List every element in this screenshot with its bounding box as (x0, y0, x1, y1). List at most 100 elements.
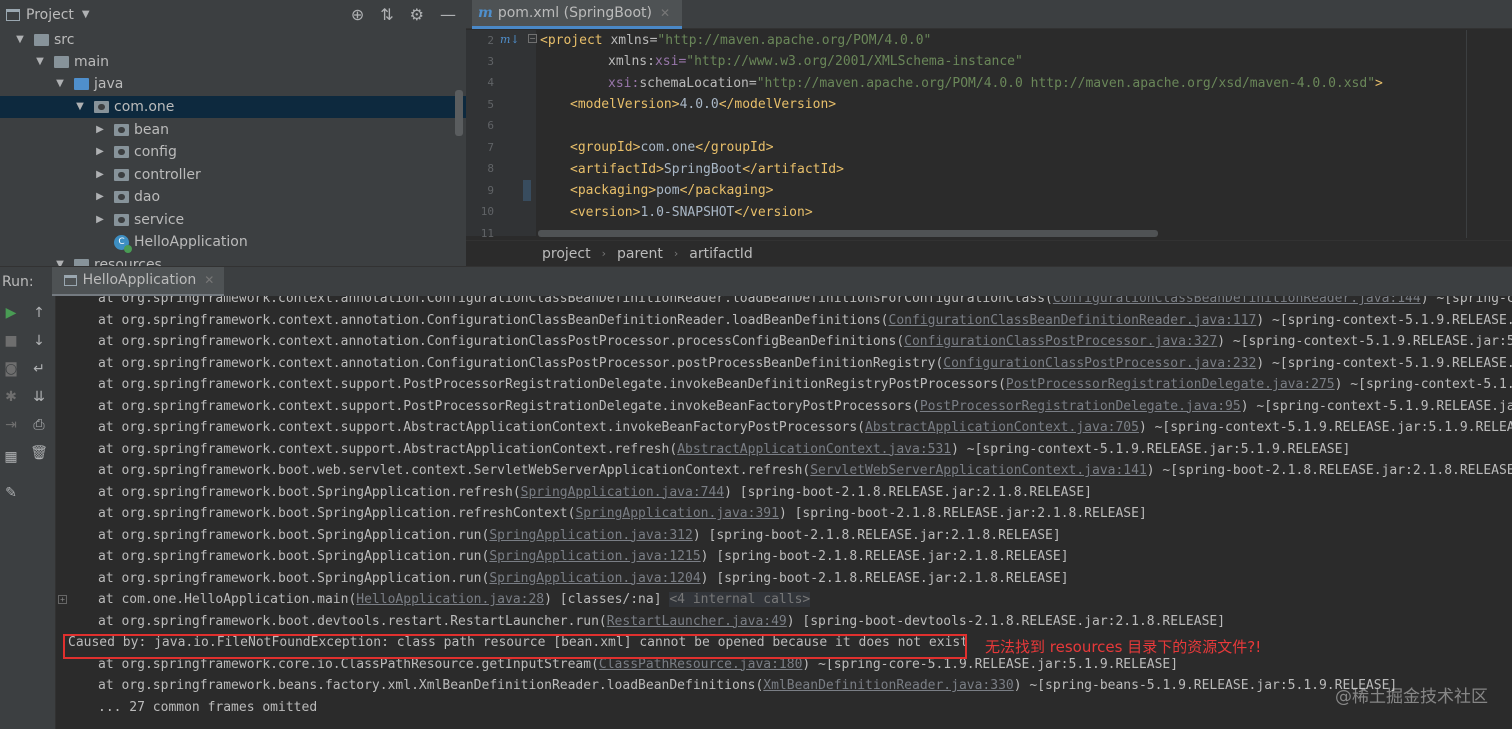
project-icon (6, 8, 20, 21)
bug-icon[interactable]: ✱ (2, 388, 20, 406)
source-link[interactable]: XmlBeanDefinitionReader.java:330 (763, 678, 1013, 693)
source-link[interactable]: AbstractApplicationContext.java:705 (865, 420, 1139, 435)
line-number: 4 (487, 76, 494, 89)
locate-icon[interactable]: ⊕ (351, 5, 364, 24)
soft-wrap-icon[interactable]: ↵ (30, 360, 48, 378)
source-link[interactable]: PostProcessorRegistrationDelegate.java:9… (920, 399, 1241, 414)
code-line: <packaging>pom</packaging> (570, 180, 774, 201)
xml-tag: <artifactId> (570, 162, 664, 177)
stack-trace-line: at org.springframework.context.support.A… (98, 441, 1351, 457)
source-link[interactable]: ConfigurationClassPostProcessor.java:327 (904, 334, 1217, 349)
tab-pom-xml[interactable]: m pom.xml (SpringBoot) ✕ (472, 0, 683, 29)
chevron-down-icon[interactable]: ▼ (74, 96, 86, 118)
tree-item[interactable]: ▶ service (0, 209, 466, 231)
fold-expand-icon[interactable]: + (58, 595, 67, 604)
source-link[interactable]: PostProcessorRegistrationDelegate.java:2… (1006, 377, 1335, 392)
annotation-text: 无法找到 resources 目录下的资源文件?! (985, 638, 1262, 656)
tab-hello-application[interactable]: HelloApplication ✕ (51, 266, 225, 297)
rerun-icon[interactable]: ▶ (2, 304, 20, 322)
collapse-all-icon[interactable]: ⇅ (380, 5, 393, 24)
xml-tag: </version> (734, 205, 813, 220)
tree-item[interactable]: ▶ controller (0, 164, 466, 186)
stop-icon[interactable]: ■ (2, 332, 20, 350)
package-icon (114, 146, 129, 158)
source-link[interactable]: SpringApplication.java:1215 (489, 549, 700, 564)
chevron-down-icon[interactable]: ▼ (82, 9, 90, 20)
tree-item[interactable]: ▼ main (0, 51, 466, 73)
source-link[interactable]: SpringApplication.java:744 (521, 485, 725, 500)
source-link[interactable]: HelloApplication.java:28 (356, 592, 544, 607)
source-link[interactable]: ConfigurationClassPostProcessor.java:232 (943, 356, 1256, 371)
source-link[interactable]: SpringApplication.java:1204 (489, 571, 700, 586)
stack-trace-line: at org.springframework.boot.SpringApplic… (98, 527, 1061, 543)
stack-trace-line: at org.springframework.boot.SpringApplic… (98, 506, 1147, 521)
chevron-down-icon[interactable]: ▼ (14, 29, 26, 51)
stack-trace-line: at org.springframework.context.support.A… (98, 420, 1512, 435)
source-link[interactable]: AbstractApplicationContext.java:531 (677, 442, 951, 457)
horizontal-scrollbar[interactable] (538, 230, 1158, 237)
stack-trace-line: at org.springframework.boot.SpringApplic… (98, 549, 1069, 564)
breadcrumb-item[interactable]: parent (617, 246, 663, 262)
tree-item[interactable]: ▼ src (0, 29, 466, 51)
line-number: 9 (487, 184, 494, 197)
scroll-to-end-icon[interactable]: ⇊ (30, 388, 48, 406)
project-scrollbar[interactable] (455, 90, 463, 136)
package-icon (114, 124, 129, 136)
source-link[interactable]: ConfigurationClassBeanDefinitionReader.j… (1053, 296, 1421, 306)
xml-tag: </modelVersion> (718, 97, 837, 112)
chevron-right-icon[interactable]: ▶ (94, 164, 106, 186)
gear-icon[interactable]: ⚙ (410, 5, 424, 24)
arrow-up-icon[interactable]: ↑ (30, 304, 48, 322)
trash-icon[interactable]: 🗑 (30, 444, 48, 462)
xml-attr: xmlns= (610, 33, 658, 48)
exit-icon[interactable]: ⇥ (2, 416, 20, 434)
xml-tag: <project (540, 33, 611, 48)
chevron-down-icon[interactable]: ▼ (54, 254, 66, 266)
chevron-right-icon[interactable]: ▶ (94, 141, 106, 163)
minimize-icon[interactable]: — (440, 5, 456, 24)
chevron-down-icon[interactable]: ▼ (34, 51, 46, 73)
maven-gutter-icon[interactable]: m↓ (500, 33, 520, 46)
layout-icon[interactable]: ▦ (2, 448, 20, 466)
folder-icon (74, 259, 89, 266)
tree-item[interactable]: C HelloApplication (0, 231, 466, 253)
tree-item[interactable]: ▶ config (0, 141, 466, 163)
pin-icon[interactable]: ✎ (2, 484, 20, 502)
stack-trace-line: ... 27 common frames omitted (98, 699, 318, 715)
tree-item[interactable]: ▼ java (0, 73, 466, 95)
print-icon[interactable]: ⎙ (30, 416, 48, 434)
tree-item-label: controller (134, 167, 201, 183)
code-area[interactable]: <project xmlns="http://maven.apache.org/… (536, 30, 1512, 236)
source-link[interactable]: SpringApplication.java:312 (489, 528, 693, 543)
tree-item[interactable]: ▶ bean (0, 119, 466, 141)
chevron-right-icon[interactable]: ▶ (94, 209, 106, 231)
source-link[interactable]: SpringApplication.java:391 (575, 506, 779, 521)
tree-item[interactable]: ▼ com.one (0, 96, 466, 118)
xml-tag: </packaging> (679, 183, 774, 198)
source-link[interactable]: ServletWebServerApplicationContext.java:… (810, 463, 1147, 478)
tree-item-label: dao (134, 189, 161, 205)
breadcrumb-item[interactable]: artifactId (689, 246, 752, 262)
stack-trace-line: at org.springframework.boot.web.servlet.… (98, 463, 1512, 478)
source-link[interactable]: RestartLauncher.java:49 (607, 614, 787, 629)
chevron-down-icon[interactable]: ▼ (54, 73, 66, 95)
line-number: 11 (480, 227, 494, 240)
tree-item-label: main (74, 54, 109, 70)
camera-icon[interactable]: ◙ (2, 360, 20, 378)
arrow-down-icon[interactable]: ↓ (30, 332, 48, 350)
run-toolbar-primary: ▶ ■ ◙ ✱ ⇥ ▦ ✎ (0, 296, 22, 729)
chevron-right-icon[interactable]: ▶ (94, 186, 106, 208)
source-link[interactable]: ConfigurationClassBeanDefinitionReader.j… (889, 313, 1257, 328)
chevron-right-icon[interactable]: ▶ (94, 119, 106, 141)
xml-tag: <packaging> (570, 183, 657, 198)
console-output[interactable]: at org.springframework.context.annotatio… (56, 296, 1512, 729)
xml-text: SpringBoot (663, 162, 743, 177)
close-icon[interactable]: ✕ (204, 273, 214, 287)
tree-item[interactable]: ▶ dao (0, 186, 466, 208)
tree-item[interactable]: ▼ resources (0, 254, 466, 266)
xml-tag: </groupId> (695, 140, 774, 155)
close-icon[interactable]: ✕ (660, 6, 670, 20)
breadcrumb-item[interactable]: project (542, 246, 591, 262)
line-number: 10 (480, 205, 494, 218)
internal-calls-fold[interactable]: <4 internal calls> (669, 592, 811, 607)
